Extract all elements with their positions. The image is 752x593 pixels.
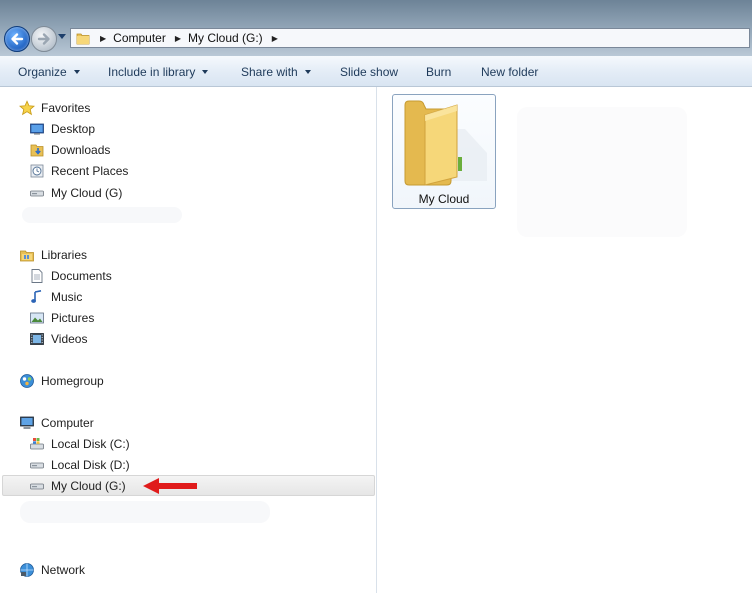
nav-item-label: Documents (51, 268, 112, 283)
recent-pages-dropdown[interactable] (58, 34, 66, 39)
desktop-icon (30, 123, 44, 135)
breadcrumb-separator-icon[interactable]: ▶ (100, 34, 106, 43)
title-bar: ▶ Computer ▶ My Cloud (G:) ▶ (0, 0, 752, 56)
file-list: My Cloud (377, 87, 752, 593)
pictures-icon (30, 312, 44, 323)
nav-favorites[interactable]: Favorites (19, 97, 90, 118)
nav-network[interactable]: Network (19, 559, 85, 580)
nav-item-label: Downloads (51, 142, 111, 157)
navigation-pane: Favorites Desktop Downloads Recent Place… (0, 87, 376, 593)
nav-item-desktop[interactable]: Desktop (29, 118, 95, 139)
nav-item-pictures[interactable]: Pictures (29, 307, 94, 328)
back-button[interactable] (4, 26, 30, 52)
windows-drive-icon (30, 437, 44, 449)
include-in-library-label: Include in library (108, 65, 196, 79)
organize-button[interactable]: Organize (18, 65, 80, 79)
nav-item-my-cloud-favorite[interactable]: My Cloud (G) (29, 182, 122, 203)
nav-item-label: Desktop (51, 121, 96, 136)
burn-button[interactable]: Burn (426, 65, 451, 79)
nav-favorites-label: Favorites (41, 100, 91, 115)
videos-icon (30, 332, 44, 345)
nav-item-recent-places[interactable]: Recent Places (29, 160, 128, 181)
nav-item-label: Videos (51, 331, 88, 346)
nav-item-label: Local Disk (D:) (51, 457, 130, 472)
breadcrumb-separator-icon[interactable]: ▶ (175, 34, 181, 43)
nav-homegroup[interactable]: Homegroup (19, 370, 104, 391)
nav-item-local-disk-d[interactable]: Local Disk (D:) (29, 454, 130, 475)
breadcrumb-my-cloud[interactable]: My Cloud (G:) (188, 31, 263, 45)
back-arrow-icon (11, 33, 24, 45)
nav-item-label: My Cloud (G) (51, 185, 123, 200)
slide-show-button[interactable]: Slide show (340, 65, 398, 79)
folder-icon (404, 100, 487, 186)
computer-icon (20, 416, 34, 429)
share-with-label: Share with (241, 65, 298, 79)
nav-libraries-label: Libraries (41, 247, 88, 262)
arrow-annotation-icon (143, 478, 197, 494)
star-icon (19, 99, 35, 115)
folder-icon (76, 33, 90, 45)
nav-item-music[interactable]: Music (29, 286, 82, 307)
file-item-label: My Cloud (418, 192, 470, 206)
organize-label: Organize (18, 65, 67, 79)
nav-computer[interactable]: Computer (19, 412, 94, 433)
nav-item-label: Local Disk (C:) (51, 436, 130, 451)
breadcrumb-computer[interactable]: Computer (113, 31, 166, 45)
share-with-button[interactable]: Share with (241, 65, 311, 79)
drive-icon (30, 190, 44, 196)
nav-item-videos[interactable]: Videos (29, 328, 87, 349)
file-item-my-cloud[interactable]: My Cloud (392, 94, 496, 209)
include-in-library-button[interactable]: Include in library (108, 65, 209, 79)
nav-computer-label: Computer (41, 415, 94, 430)
chevron-down-icon (304, 70, 311, 74)
nav-item-label: Music (51, 289, 83, 304)
nav-item-label: My Cloud (G:) (51, 478, 126, 493)
new-folder-button[interactable]: New folder (481, 65, 538, 79)
nav-item-label: Recent Places (51, 163, 129, 178)
music-icon (31, 289, 42, 303)
downloads-icon (30, 144, 44, 156)
nav-item-local-disk-c[interactable]: Local Disk (C:) (29, 433, 130, 454)
nav-item-downloads[interactable]: Downloads (29, 139, 110, 160)
redacted-area (517, 107, 687, 237)
homegroup-icon (20, 373, 34, 388)
documents-icon (31, 268, 43, 283)
drive-icon (30, 483, 44, 489)
nav-item-label: Pictures (51, 310, 95, 325)
redacted-area (20, 501, 270, 523)
forward-arrow-icon (37, 33, 50, 45)
address-bar[interactable]: ▶ Computer ▶ My Cloud (G:) ▶ (70, 28, 750, 48)
drive-icon (30, 462, 44, 468)
nav-homegroup-label: Homegroup (41, 373, 104, 388)
nav-libraries[interactable]: Libraries (19, 244, 87, 265)
breadcrumb-separator-icon[interactable]: ▶ (272, 34, 278, 43)
nav-item-documents[interactable]: Documents (29, 265, 112, 286)
chevron-down-icon (73, 70, 80, 74)
nav-network-label: Network (41, 562, 86, 577)
recent-places-icon (30, 164, 44, 177)
forward-button[interactable] (31, 26, 57, 52)
libraries-icon (20, 250, 34, 261)
command-bar: Organize Include in library Share with S… (0, 56, 752, 87)
chevron-down-icon (202, 70, 209, 74)
network-icon (20, 562, 34, 577)
redacted-area (22, 207, 182, 223)
